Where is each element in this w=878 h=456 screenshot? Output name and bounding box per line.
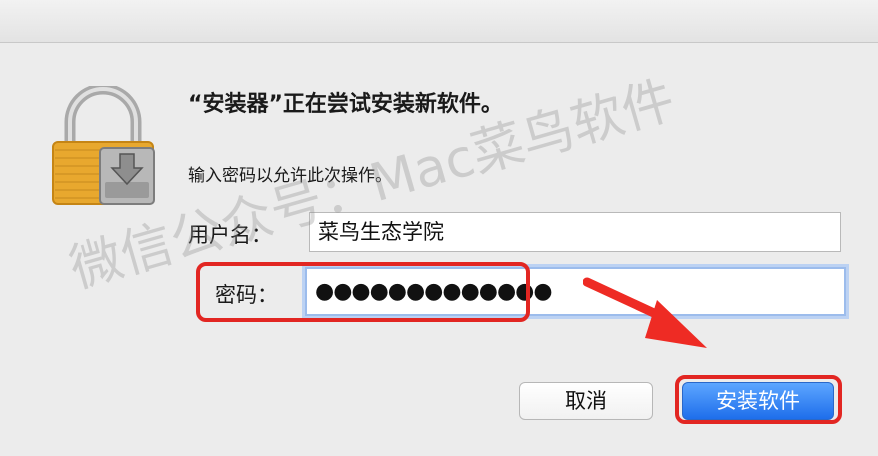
cancel-button[interactable]: 取消 — [519, 382, 653, 420]
dialog-info-text: 输入密码以允许此次操作。 — [188, 166, 392, 186]
password-highlight-box — [196, 262, 530, 322]
window-titlebar — [0, 0, 878, 43]
install-software-button[interactable]: 安装软件 — [682, 382, 834, 420]
dialog-title: “安装器”正在尝试安装新软件。 — [188, 92, 503, 117]
username-field[interactable]: 菜鸟生态学院 — [309, 212, 841, 252]
installer-lock-icon — [52, 86, 155, 205]
red-arrow-icon — [583, 277, 707, 348]
username-label: 用户名： — [188, 223, 272, 247]
